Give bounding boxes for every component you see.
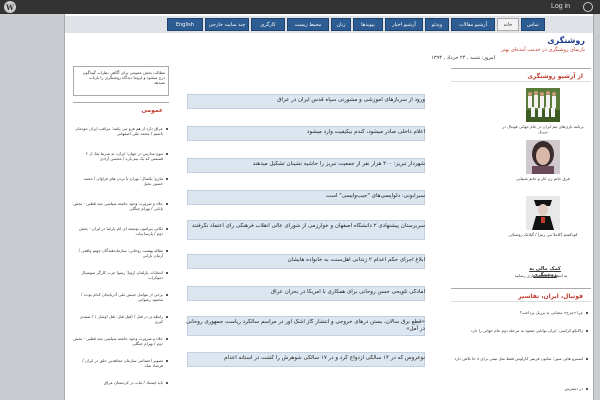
nav-item-english[interactable]: English bbox=[167, 18, 203, 31]
list-item[interactable]: انتخابات پارلمان اروپا: رسوا حزب کارگر س… bbox=[73, 270, 169, 280]
post-title[interactable]: ابلاغ اجرای حکم اعدام ۲ زندانی اهل‌سنت ب… bbox=[183, 257, 425, 264]
site-tagline: بازنمای روشنگری در خدمت آینده‌ای بهتر bbox=[501, 47, 585, 53]
list-item[interactable]: نکاتی پیرامون توسعه ای کم پارانیا در ایر… bbox=[73, 226, 169, 236]
page: English چند سایت خارجی کارگری محیط زیست … bbox=[64, 14, 594, 400]
list-item[interactable]: مقاله بهشت روحانی: سازماندهندگان جهنم وا… bbox=[73, 248, 169, 258]
post-title[interactable]: نوعروس که در ۱۴ سالگی ازدواج کرد و در ۱۷… bbox=[183, 355, 425, 362]
performer-thumbnail[interactable] bbox=[526, 196, 560, 230]
nav-item-links[interactable]: پیوندها bbox=[353, 18, 383, 31]
right-sidebar: از آرشیو روشنگری برنامه بازی‌های تیم ایر… bbox=[451, 66, 591, 400]
nav-item-home[interactable]: خانه bbox=[497, 18, 519, 31]
main-nav: English چند سایت خارجی کارگری محیط زیست … bbox=[65, 16, 593, 33]
list-item[interactable]: عراق دارد از هم فرو می پاشد: مراقب ایران… bbox=[73, 126, 169, 136]
list-item[interactable]: ژالانکو کرامتی: ایران توانایی صعود به مر… bbox=[451, 328, 591, 333]
nav-item-environment[interactable]: محیط زیست bbox=[287, 18, 329, 31]
thumbnail-caption[interactable]: برنامه بازی‌های تیم ایران در جام جهانی ف… bbox=[499, 124, 587, 134]
nav-item-foreign-sites[interactable]: چند سایت خارجی bbox=[205, 18, 249, 31]
news-heading: فوتبال، ایران، تفاسیر bbox=[451, 288, 591, 302]
thumbnail-caption[interactable]: کودکشم (کاملا می زنم) / گیلانک روشنائی bbox=[499, 232, 587, 237]
list-item[interactable]: برخی از عوامل جنبش ملی آذربایجان کدام بو… bbox=[73, 292, 169, 302]
list-item[interactable]: رابطه ی در قتل / (قیل قتل: قتل اوشار ۱ /… bbox=[73, 314, 169, 324]
list-item[interactable]: در دسترس bbox=[451, 386, 591, 391]
general-heading: عمومی bbox=[73, 102, 169, 118]
post-list: ورود از سربازهای آموزشی و مشورتی سپاه قد… bbox=[183, 70, 425, 400]
login-link[interactable]: Log in bbox=[551, 3, 570, 10]
archive-heading: از آرشیو روشنگری bbox=[451, 68, 591, 82]
post-title[interactable]: «قطع برق سالان، بستن درهای خروجی و انتشا… bbox=[183, 319, 425, 333]
nav-item-labor[interactable]: کارگری bbox=[251, 18, 285, 31]
left-sidebar: مطالب بخش عمومی برای آگاهی نظرات گوناگون… bbox=[73, 66, 169, 400]
donation-caption: به انتشار روشنگری یاری رسانید bbox=[514, 273, 568, 278]
list-item[interactable]: تنازع: یکسال: نهران با بردن های فراوان /… bbox=[73, 176, 169, 186]
list-item[interactable]: خلاء و ضرورت وجود جامعه سیاسی چند قطبی -… bbox=[73, 336, 169, 346]
post-title[interactable]: سربرستان پیشنهادی ۲ دانشگاه اصفهان و خوا… bbox=[183, 223, 425, 230]
site-title[interactable]: روشنگری bbox=[547, 36, 585, 45]
team-photo-thumbnail[interactable] bbox=[526, 88, 560, 122]
list-item[interactable]: باید ایستاد / ثبات در کردستان عراق bbox=[73, 380, 169, 385]
search-icon[interactable] bbox=[583, 2, 593, 12]
post-title[interactable]: اعلام داخلی صادر میشود، گندم بیکیفیت وار… bbox=[183, 129, 425, 136]
thumbnail-caption[interactable]: فرق خانم زن انار و خانم شیبانی bbox=[499, 176, 587, 181]
portrait-thumbnail[interactable] bbox=[526, 140, 560, 174]
date-line: امروز: شنبه , ۲۴ خرداد , ۱۳۹۳ bbox=[431, 55, 495, 61]
admin-bar: W Log in bbox=[0, 0, 600, 14]
post-title[interactable]: سیرابونی: دلواپسی‌های "حیب‌وایسی" است bbox=[183, 193, 425, 200]
list-item[interactable]: تنوع مدارس در جهان؛ ایران، به شرط بقا، ا… bbox=[73, 151, 169, 161]
list-item[interactable]: تصویر اجتماعی سازمان مجاهدین خلق در ایرا… bbox=[73, 358, 169, 368]
nav-item-articles-archive[interactable]: آرشیو مقالات bbox=[451, 18, 495, 31]
list-item[interactable]: چرا «چرخ» محبانی به برزیل پرداخت؟ bbox=[451, 310, 591, 315]
disclaimer-box: مطالب بخش عمومی برای آگاهی نظرات گوناگون… bbox=[73, 66, 169, 96]
post-title[interactable]: آمادگی تلویحی حسن روحانی برای همکاری با … bbox=[183, 289, 425, 296]
list-item[interactable]: خلاء و ضرورت وجود جامعه سیاسی چند قطبی -… bbox=[73, 201, 169, 211]
post-title[interactable]: شهردار تبریز: ۴۰۰ هزار نفر از جمعیت تبری… bbox=[183, 161, 425, 168]
wordpress-logo-icon[interactable]: W bbox=[4, 1, 16, 13]
nav-item-news-archive[interactable]: آرشیو اخبار bbox=[385, 18, 423, 31]
list-item[interactable]: استبرو هایی متین: شانون فرنتیر کارلوس فق… bbox=[451, 356, 591, 361]
nav-item-contact[interactable]: تماس bbox=[521, 18, 545, 31]
nav-item-video[interactable]: ویدئو bbox=[425, 18, 449, 31]
post-title[interactable]: ورود از سربازهای آموزشی و مشورتی سپاه قد… bbox=[183, 97, 425, 104]
nav-item-women[interactable]: زنان bbox=[331, 18, 351, 31]
